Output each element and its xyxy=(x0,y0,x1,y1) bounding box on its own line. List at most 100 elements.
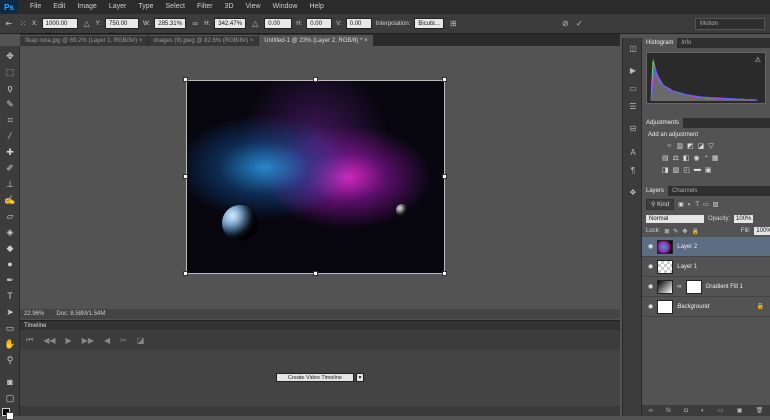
split-icon[interactable]: ✂ xyxy=(120,336,127,345)
transform-handle-tc[interactable] xyxy=(313,77,318,82)
doc-tab-untitled[interactable]: Untitled-1 @ 23% (Layer 2, RGB/8) * × xyxy=(259,35,373,46)
filter-type-icon[interactable]: T xyxy=(695,202,699,208)
black-white-icon[interactable]: ◧ xyxy=(683,154,690,162)
tab-layers[interactable]: Layers xyxy=(642,186,669,196)
vibrance-icon[interactable]: ▽ xyxy=(708,142,713,150)
play-icon[interactable]: ▶ xyxy=(66,336,72,345)
3d-icon[interactable]: ❖ xyxy=(628,188,638,198)
doc-tab-fikap[interactable]: fikap nola.jpg @ 69.2% (Layer 1, RGB/8#)… xyxy=(20,35,148,46)
blend-mode-select[interactable]: Normal xyxy=(646,215,704,223)
timeline-dropdown-icon[interactable]: ▼ xyxy=(356,373,364,382)
width-field[interactable]: 285.31% xyxy=(154,18,187,29)
transform-handle-tr[interactable] xyxy=(442,77,447,82)
delete-layer-icon[interactable]: 🗑 xyxy=(756,407,764,414)
vskew-field[interactable]: 0.00 xyxy=(345,18,372,29)
channel-mixer-icon[interactable]: ◔ xyxy=(704,154,708,162)
filter-smart-icon[interactable]: ▧ xyxy=(713,201,719,208)
audio-icon[interactable]: ◀ xyxy=(104,336,110,345)
opacity-field[interactable]: 100% xyxy=(734,215,754,223)
transform-handle-tl[interactable] xyxy=(183,77,188,82)
layer-row-gradient[interactable]: ◉ ∞ Gradient Fill 1 xyxy=(642,277,770,297)
space-nebula-image[interactable] xyxy=(186,80,445,274)
new-layer-icon[interactable]: ▣ xyxy=(737,407,743,414)
layer-row-layer2[interactable]: ◉ Layer 2 xyxy=(642,237,770,257)
menu-help[interactable]: Help xyxy=(303,0,329,14)
menu-window[interactable]: Window xyxy=(267,0,304,14)
hskew-field[interactable]: 0.00 xyxy=(306,18,333,29)
add-mask-icon[interactable]: ◘ xyxy=(684,408,688,414)
path-select-tool-icon[interactable]: ➤ xyxy=(3,306,17,318)
filter-shape-icon[interactable]: ▭ xyxy=(703,201,709,208)
brush-tool-icon[interactable]: ✐ xyxy=(3,162,17,174)
lock-pixels-icon[interactable]: ✎ xyxy=(673,228,678,235)
menu-image[interactable]: Image xyxy=(71,0,102,14)
fill-field[interactable]: 100% xyxy=(754,227,770,235)
menu-layer[interactable]: Layer xyxy=(103,0,133,14)
quick-select-tool-icon[interactable]: ✎ xyxy=(3,98,17,110)
transform-handle-ml[interactable] xyxy=(183,174,188,179)
workspace-select[interactable]: Motion xyxy=(695,18,765,30)
lasso-tool-icon[interactable]: ϙ xyxy=(3,82,17,94)
new-adjustment-icon[interactable]: ◐ xyxy=(701,408,705,414)
visibility-eye-icon[interactable]: ◉ xyxy=(648,303,653,310)
visibility-eye-icon[interactable]: ◉ xyxy=(648,243,653,250)
tab-histogram[interactable]: Histogram xyxy=(642,38,678,48)
zoom-level[interactable]: 22.96% xyxy=(24,311,44,317)
menu-edit[interactable]: Edit xyxy=(47,0,71,14)
history-icon[interactable]: ◫ xyxy=(628,44,638,54)
transform-handle-bc[interactable] xyxy=(313,271,318,276)
layer-row-layer1[interactable]: ◉ Layer 1 xyxy=(642,257,770,277)
shape-tool-icon[interactable]: ▭ xyxy=(3,322,17,334)
lock-position-icon[interactable]: ✥ xyxy=(682,228,687,235)
transform-handle-mr[interactable] xyxy=(442,174,447,179)
menu-filter[interactable]: Filter xyxy=(191,0,219,14)
interpolation-select[interactable]: Bicubi... xyxy=(414,18,445,29)
posterize-icon[interactable]: ▧ xyxy=(673,166,680,174)
visibility-eye-icon[interactable]: ◉ xyxy=(648,263,653,270)
menu-select[interactable]: Select xyxy=(160,0,191,14)
reference-point-icon[interactable]: ⁙ xyxy=(18,19,28,29)
link-icon[interactable]: ∞ xyxy=(190,19,200,29)
angle-field[interactable]: 0.00 xyxy=(264,18,293,29)
menu-view[interactable]: View xyxy=(240,0,267,14)
pen-tool-icon[interactable]: ✒ xyxy=(3,274,17,286)
new-group-icon[interactable]: ▭ xyxy=(718,407,724,414)
zoom-tool-icon[interactable]: ⚲ xyxy=(3,354,17,366)
invert-icon[interactable]: ◨ xyxy=(662,166,669,174)
first-frame-icon[interactable]: ⏮ xyxy=(26,335,33,345)
type-tool-icon[interactable]: T xyxy=(3,290,17,302)
character-icon[interactable]: A xyxy=(628,148,638,158)
next-frame-icon[interactable]: ▶▶ xyxy=(82,336,94,345)
commit-transform-icon[interactable]: ✓ xyxy=(574,19,584,29)
gradient-map-icon[interactable]: ▬ xyxy=(694,166,701,174)
eyedropper-tool-icon[interactable]: ⁄ xyxy=(3,130,17,142)
color-balance-icon[interactable]: ⚖ xyxy=(673,154,679,162)
brush-presets-icon[interactable]: ☰ xyxy=(628,102,638,112)
actions-icon[interactable]: ▶ xyxy=(628,66,638,76)
delta-icon[interactable]: △ xyxy=(82,19,92,29)
lock-all-icon[interactable]: 🔒 xyxy=(691,228,698,235)
layer-kind-filter[interactable]: ⚲ Kind xyxy=(646,199,675,210)
warp-icon[interactable]: ⊞ xyxy=(448,19,458,29)
transition-icon[interactable]: ◪ xyxy=(137,336,145,345)
brush-panel-icon[interactable]: ⊟ xyxy=(628,124,638,134)
filter-adjust-icon[interactable]: ◐ xyxy=(688,202,692,208)
selective-color-icon[interactable]: ▣ xyxy=(705,166,712,174)
visibility-eye-icon[interactable]: ◉ xyxy=(648,283,653,290)
hand-tool-icon[interactable]: ✋ xyxy=(3,338,17,350)
filter-pixel-icon[interactable]: ▣ xyxy=(678,201,684,208)
photo-filter-icon[interactable]: ◉ xyxy=(694,154,700,162)
tab-adjustments[interactable]: Adjustments xyxy=(642,118,684,128)
curves-icon[interactable]: ◩ xyxy=(687,142,694,150)
move-tool-icon[interactable]: ✥ xyxy=(3,50,17,62)
history-brush-tool-icon[interactable]: ✍ xyxy=(3,194,17,206)
screen-mode-icon[interactable]: ▢ xyxy=(3,392,17,404)
menu-type[interactable]: Type xyxy=(132,0,159,14)
paint-bucket-tool-icon[interactable]: ◈ xyxy=(3,226,17,238)
quick-mask-icon[interactable]: ◙ xyxy=(3,376,17,388)
lock-transparent-icon[interactable]: ⊠ xyxy=(664,228,669,235)
clone-stamp-tool-icon[interactable]: ⊥ xyxy=(3,178,17,190)
levels-icon[interactable]: ▥ xyxy=(676,142,683,150)
color-lookup-icon[interactable]: ▦ xyxy=(712,154,719,162)
background-color-swatch[interactable] xyxy=(6,412,14,420)
